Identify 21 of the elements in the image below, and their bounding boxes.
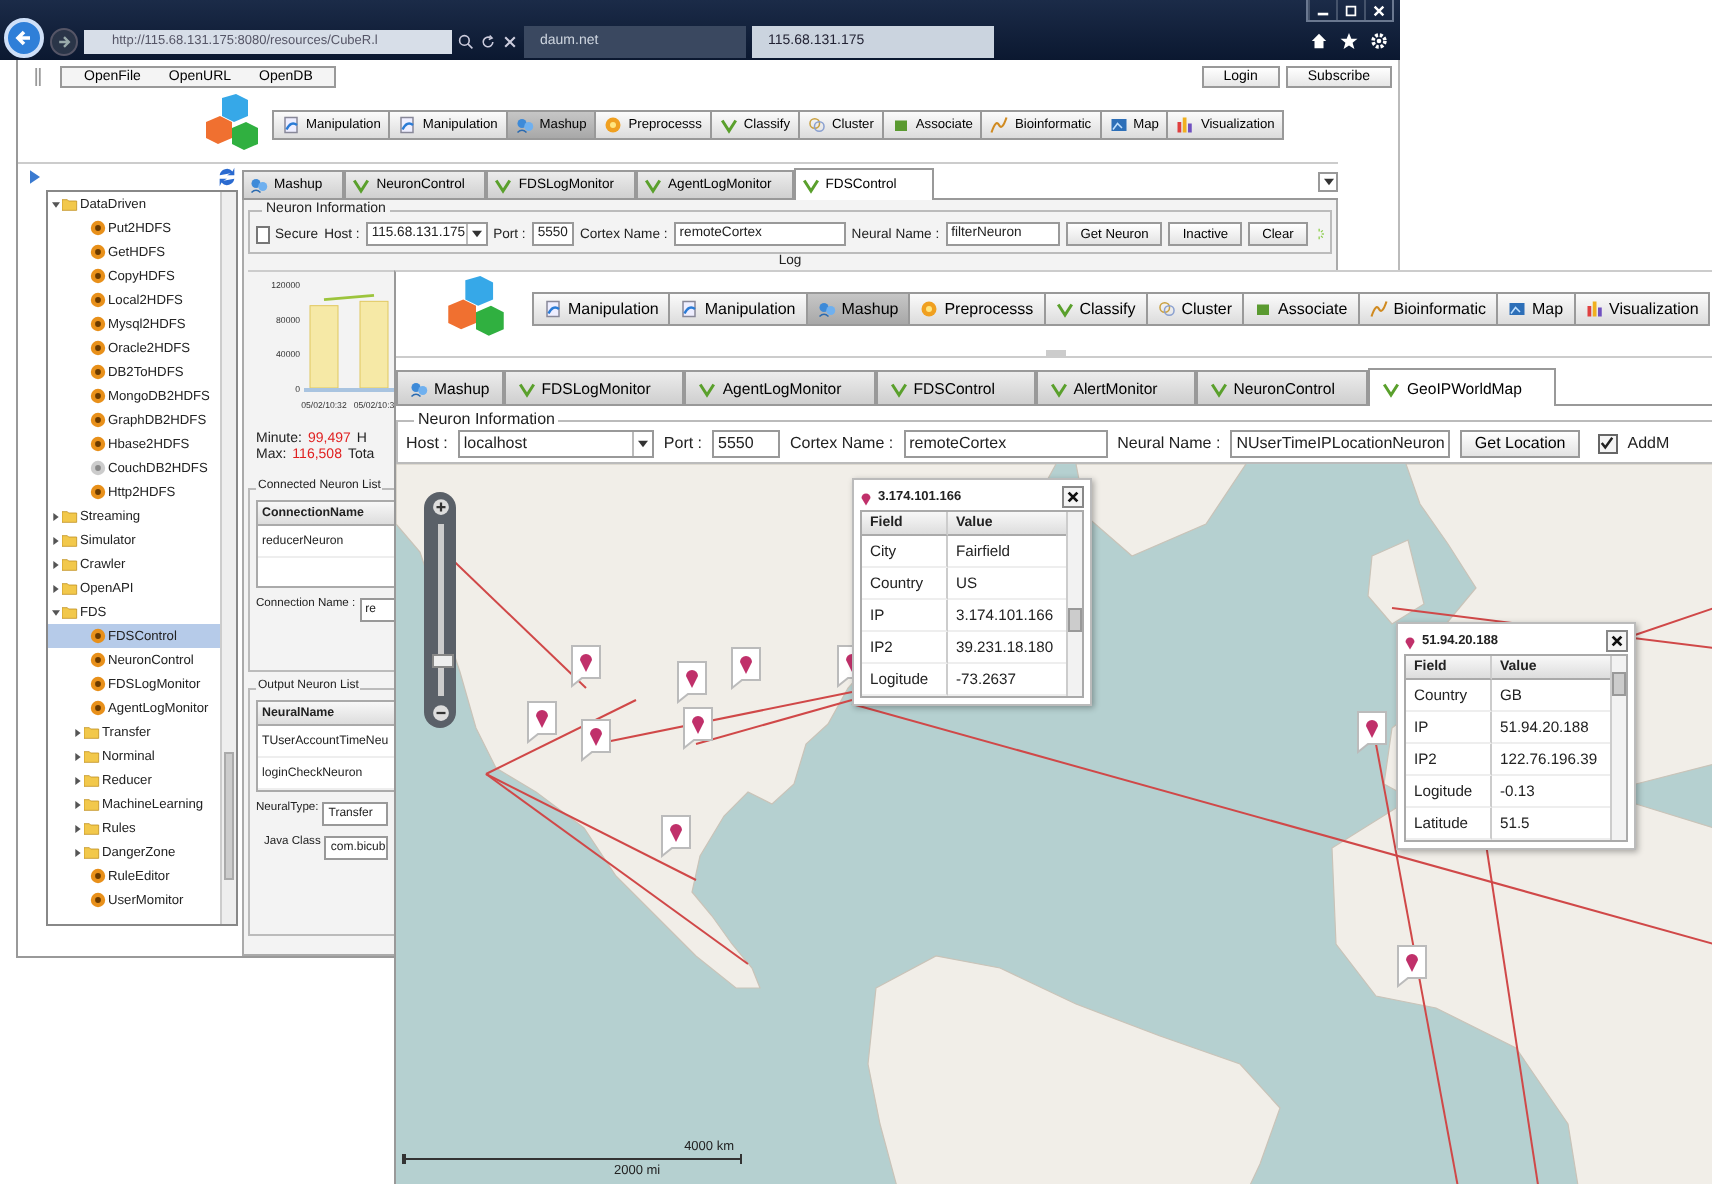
toolbar-tab[interactable]: Preprocesss (910, 291, 1046, 325)
cortex-name-label: Cortex Name : (790, 434, 894, 452)
checkbox-label: AddM (1627, 434, 1670, 452)
toolbar-tab[interactable]: Visualization (1575, 291, 1711, 325)
toolbar-tab[interactable]: Cluster (1147, 291, 1245, 325)
toolbar-tab[interactable]: Bioinformatic (1359, 291, 1498, 325)
host-dropdown[interactable]: localhost (457, 429, 654, 457)
toolbar-tab[interactable]: Map (1497, 291, 1576, 325)
port-label: Port : (663, 434, 703, 452)
port-field[interactable]: 5550 (712, 429, 781, 457)
toolbar-tab[interactable]: Manipulation (670, 291, 808, 325)
toolbar-tab[interactable]: Mashup (807, 291, 911, 325)
cortex-name-field[interactable]: remoteCortex (903, 429, 1108, 457)
get-location-button[interactable]: Get Location (1460, 429, 1580, 457)
toolbar-tab[interactable]: Classify (1045, 291, 1148, 325)
group-title: Neuron Information (414, 410, 559, 428)
neural-name-field[interactable]: NUserTimeIPLocationNeuron (1230, 429, 1451, 457)
host-label: Host : (406, 434, 448, 452)
toolbar-tab[interactable]: Associate (1244, 291, 1360, 325)
neural-name-label: Neural Name : (1117, 434, 1221, 452)
toolbar-tab[interactable]: Manipulation (532, 291, 671, 325)
